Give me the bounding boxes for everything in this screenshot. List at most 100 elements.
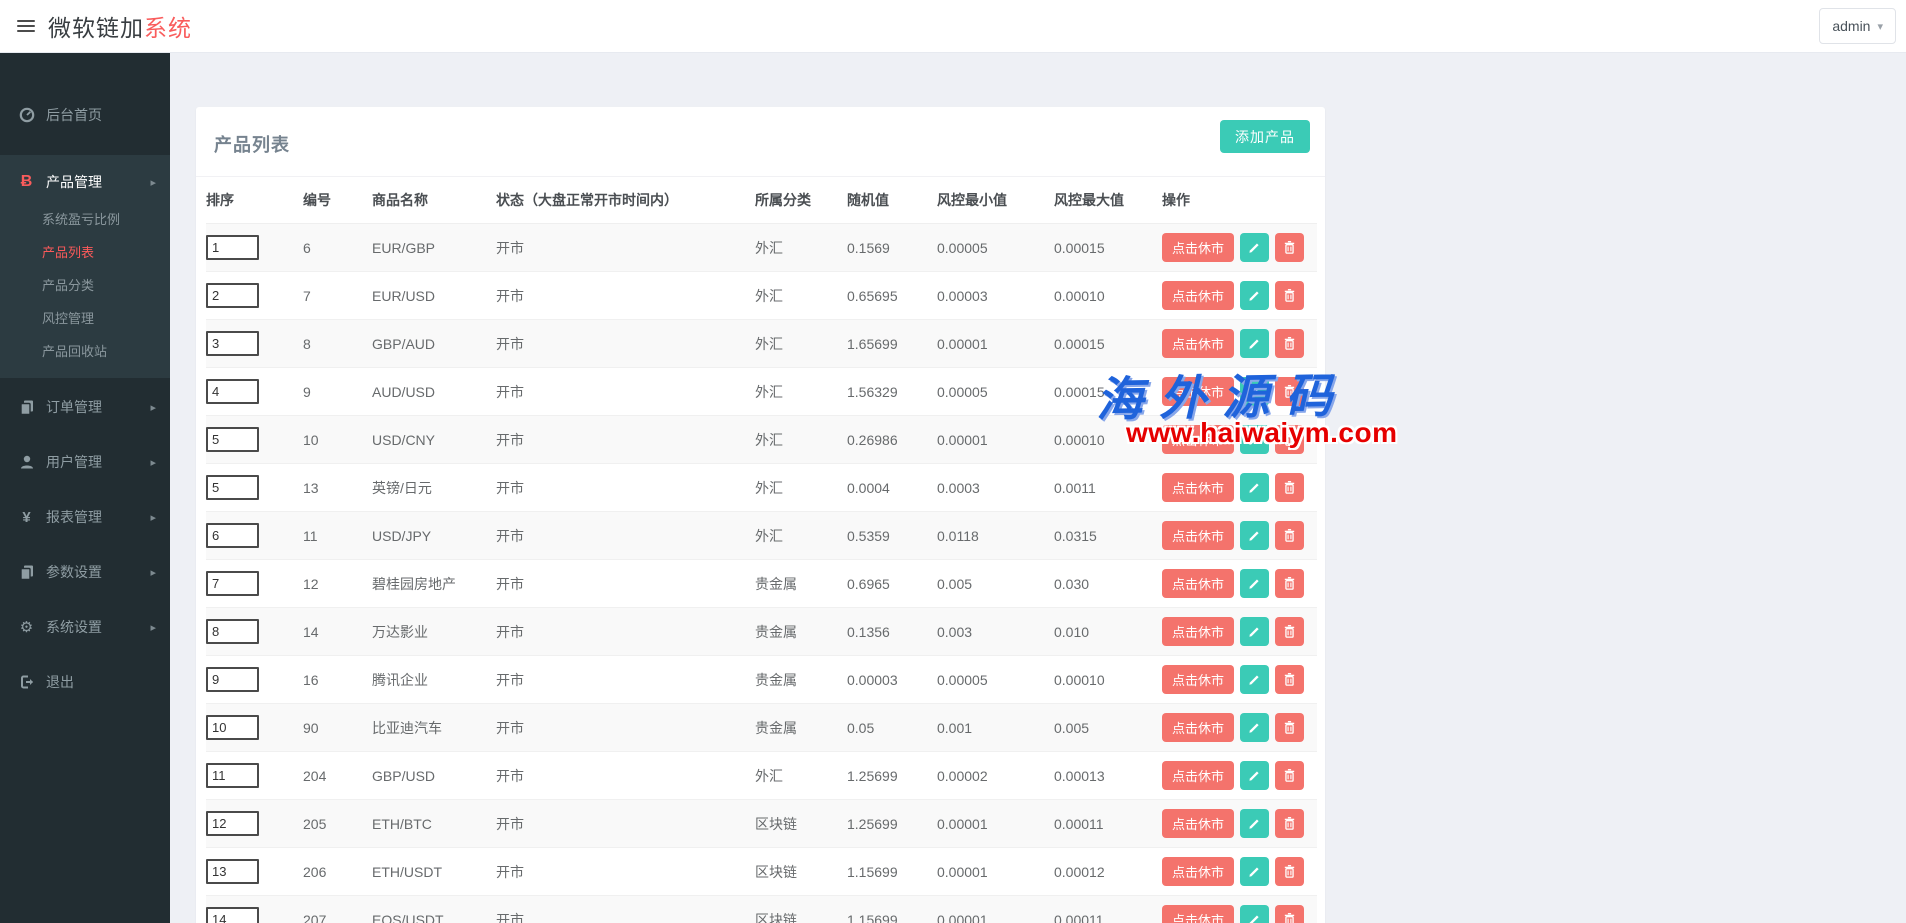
delete-button[interactable] [1275,617,1304,646]
product-table: 排序 编号 商品名称 状态（大盘正常开市时间内） 所属分类 随机值 风控最小值 … [206,177,1317,923]
close-market-button[interactable]: 点击休市 [1162,281,1234,310]
trash-icon [1282,864,1297,879]
delete-button[interactable] [1275,569,1304,598]
card-header: 产品列表 添加产品 [196,107,1325,177]
delete-button[interactable] [1275,281,1304,310]
user-menu[interactable]: admin ▾ [1819,8,1896,44]
sort-input[interactable] [206,907,259,923]
sidebar-subitem-product-category[interactable]: 产品分类 [0,269,170,302]
edit-button[interactable] [1240,905,1269,923]
sort-input[interactable] [206,667,259,692]
cell-id: 12 [303,560,372,608]
edit-button[interactable] [1240,521,1269,550]
edit-button[interactable] [1240,569,1269,598]
chevron-down-icon: ▾ [1877,20,1883,33]
delete-button[interactable] [1275,473,1304,502]
delete-button[interactable] [1275,713,1304,742]
sort-input[interactable] [206,235,259,260]
hamburger-menu-icon[interactable] [17,17,35,35]
cell-random: 1.15699 [847,848,937,896]
sort-input[interactable] [206,859,259,884]
delete-button[interactable] [1275,905,1304,923]
sidebar-group-products: Ƀ 产品管理 ▸ 系统盈亏比例 产品列表 产品分类 风控管理 产品回收站 [0,155,170,378]
sort-input[interactable] [206,811,259,836]
edit-button[interactable] [1240,857,1269,886]
delete-button[interactable] [1275,377,1304,406]
delete-button[interactable] [1275,233,1304,262]
sidebar-item-logout[interactable]: 退出 [0,667,170,697]
sidebar-subitem-profit-ratio[interactable]: 系统盈亏比例 [0,203,170,236]
cell-risk-max: 0.010 [1054,608,1162,656]
edit-button[interactable] [1240,761,1269,790]
cell-status: 开市 [496,224,755,272]
logout-icon [18,674,35,691]
pencil-icon [1247,864,1262,879]
sort-input[interactable] [206,619,259,644]
delete-button[interactable] [1275,425,1304,454]
cell-random: 0.00003 [847,656,937,704]
close-market-button[interactable]: 点击休市 [1162,377,1234,406]
sidebar: 后台首页 Ƀ 产品管理 ▸ 系统盈亏比例 产品列表 产品分类 风控管理 产品回收… [0,53,170,923]
sidebar-item-product-management[interactable]: Ƀ 产品管理 ▸ [0,167,170,197]
close-market-button[interactable]: 点击休市 [1162,761,1234,790]
sidebar-item-users[interactable]: 用户管理 ▸ [0,447,170,477]
edit-button[interactable] [1240,713,1269,742]
sidebar-item-reports[interactable]: ¥ 报表管理 ▸ [0,502,170,532]
edit-button[interactable] [1240,425,1269,454]
cell-name: GBP/AUD [372,320,496,368]
sort-input[interactable] [206,475,259,500]
delete-button[interactable] [1275,665,1304,694]
edit-button[interactable] [1240,809,1269,838]
close-market-button[interactable]: 点击休市 [1162,425,1234,454]
delete-button[interactable] [1275,521,1304,550]
close-market-button[interactable]: 点击休市 [1162,857,1234,886]
delete-button[interactable] [1275,329,1304,358]
bitcoin-icon: Ƀ [18,174,35,191]
sort-input[interactable] [206,571,259,596]
trash-icon [1282,576,1297,591]
brand-logo[interactable]: 微软链加系统 [48,9,192,43]
cell-random: 1.56329 [847,368,937,416]
sidebar-item-orders[interactable]: 订单管理 ▸ [0,392,170,422]
sort-input[interactable] [206,715,259,740]
sort-input[interactable] [206,523,259,548]
sort-input[interactable] [206,331,259,356]
sidebar-item-parameters[interactable]: 参数设置 ▸ [0,557,170,587]
delete-button[interactable] [1275,857,1304,886]
close-market-button[interactable]: 点击休市 [1162,665,1234,694]
close-market-button[interactable]: 点击休市 [1162,713,1234,742]
sidebar-item-system-settings[interactable]: ⚙ 系统设置 ▸ [0,612,170,642]
chevron-right-icon: ▸ [150,566,156,579]
sort-input[interactable] [206,427,259,452]
sidebar-subitem-product-list[interactable]: 产品列表 [0,236,170,269]
edit-button[interactable] [1240,233,1269,262]
edit-button[interactable] [1240,377,1269,406]
sort-input[interactable] [206,763,259,788]
sort-input[interactable] [206,283,259,308]
close-market-button[interactable]: 点击休市 [1162,521,1234,550]
close-market-button[interactable]: 点击休市 [1162,233,1234,262]
chevron-right-icon: ▸ [150,511,156,524]
edit-button[interactable] [1240,665,1269,694]
close-market-button[interactable]: 点击休市 [1162,569,1234,598]
sidebar-item-dashboard[interactable]: 后台首页 [0,100,170,130]
cell-risk-max: 0.030 [1054,560,1162,608]
dashboard-icon [18,107,35,124]
cell-risk-min: 0.005 [937,560,1054,608]
close-market-button[interactable]: 点击休市 [1162,617,1234,646]
close-market-button[interactable]: 点击休市 [1162,809,1234,838]
edit-button[interactable] [1240,473,1269,502]
close-market-button[interactable]: 点击休市 [1162,329,1234,358]
edit-button[interactable] [1240,281,1269,310]
delete-button[interactable] [1275,809,1304,838]
close-market-button[interactable]: 点击休市 [1162,905,1234,923]
sort-input[interactable] [206,379,259,404]
sidebar-subitem-risk-management[interactable]: 风控管理 [0,302,170,335]
edit-button[interactable] [1240,329,1269,358]
edit-button[interactable] [1240,617,1269,646]
add-product-button[interactable]: 添加产品 [1220,120,1310,153]
cell-category: 外汇 [755,464,847,512]
close-market-button[interactable]: 点击休市 [1162,473,1234,502]
delete-button[interactable] [1275,761,1304,790]
sidebar-subitem-product-recycle-bin[interactable]: 产品回收站 [0,335,170,368]
